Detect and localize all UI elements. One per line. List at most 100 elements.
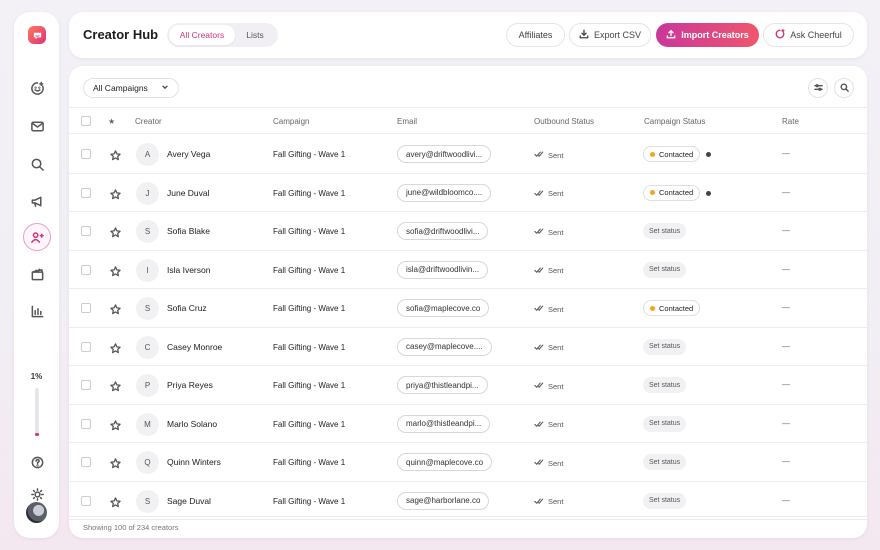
affiliates-button[interactable]: Affiliates — [506, 23, 565, 47]
filter-settings-button[interactable] — [808, 78, 828, 98]
megaphone-icon[interactable] — [23, 187, 51, 215]
star-icon[interactable] — [110, 302, 121, 315]
row-checkbox[interactable] — [81, 149, 91, 159]
campaign-status-label: Set status — [649, 458, 681, 466]
campaign-name: Fall Gifting - Wave 1 — [273, 458, 346, 467]
outbound-status: Sent — [534, 458, 563, 468]
star-icon[interactable] — [110, 187, 121, 199]
email-column-header[interactable]: Email — [397, 117, 417, 126]
creator-column-header[interactable]: Creator — [135, 117, 162, 126]
campaign-status-label: Set status — [649, 343, 681, 350]
table-row[interactable]: J June Duval Fall Gifting - Wave 1 june@wil… — [69, 174, 867, 212]
creator-name[interactable]: June Duval — [167, 188, 210, 198]
campaign-status-column-header[interactable]: Campaign Status — [644, 117, 705, 126]
tab-all-creators[interactable]: All Creators — [169, 25, 235, 45]
table-row[interactable]: S Sofia Cruz Fall Gifting - Wave 1 sofia@ma… — [69, 289, 867, 328]
table-row[interactable]: A Avery Vega Fall Gifting - Wave 1 avery@dr… — [69, 135, 867, 174]
table-row[interactable]: Q Quinn Winters Fall Gifting - Wave 1 quinn… — [69, 443, 867, 482]
table-row[interactable]: S Sofia Blake Fall Gifting - Wave 1 sofia@d… — [69, 212, 867, 251]
page-title: Creator Hub — [83, 27, 159, 42]
star-icon[interactable] — [110, 225, 121, 238]
set-status-button[interactable]: Set status — [643, 261, 687, 278]
sidebar: 1% — [14, 12, 59, 538]
select-all-checkbox[interactable] — [81, 116, 91, 126]
set-status-button[interactable]: Set status — [643, 454, 687, 470]
tab-lists[interactable]: Lists — [235, 25, 275, 45]
campaign-filter-dropdown[interactable]: All Campaigns — [83, 78, 179, 98]
table-row[interactable]: M Marlo Solano Fall Gifting - Wave 1 marlo@… — [69, 405, 867, 443]
creator-name[interactable]: Avery Vega — [167, 149, 210, 159]
set-status-button[interactable]: Set status — [643, 377, 687, 393]
creator-name[interactable]: Sofia Cruz — [167, 303, 207, 313]
email-chip[interactable]: avery@driftwoodlivi... — [397, 145, 492, 163]
rate-column-header[interactable]: Rate — [782, 117, 799, 126]
table-row[interactable]: I Isla Iverson Fall Gifting - Wave 1 isla@d… — [69, 251, 867, 289]
set-status-button[interactable]: Set status — [643, 415, 687, 432]
creator-name[interactable]: Sofia Blake — [167, 226, 210, 236]
mail-icon[interactable] — [23, 112, 51, 140]
bar-chart-icon[interactable] — [23, 297, 51, 325]
double-check-icon — [534, 343, 544, 353]
row-checkbox[interactable] — [81, 187, 91, 198]
set-status-button[interactable]: Set status — [643, 223, 687, 239]
status-dot — [650, 151, 655, 157]
row-checkbox[interactable] — [81, 457, 91, 467]
clapperboard-icon[interactable] — [23, 260, 51, 288]
creator-name[interactable]: Priya Reyes — [167, 380, 213, 390]
table-row[interactable]: P Priya Reyes Fall Gifting - Wave 1 priya@t… — [69, 366, 867, 405]
row-checkbox[interactable] — [81, 418, 91, 429]
email-chip[interactable]: june@wildbloomco.... — [397, 183, 492, 202]
row-checkbox[interactable] — [81, 264, 91, 275]
table-row[interactable]: C Casey Monroe Fall Gifting - Wave 1 casey@… — [69, 328, 867, 366]
outbound-status-column-header[interactable]: Outbound Status — [534, 117, 594, 126]
email-chip[interactable]: sofia@driftwoodlivi... — [397, 222, 489, 240]
campaign-status-label: Set status — [649, 266, 681, 273]
set-status-button[interactable]: Set status — [643, 492, 687, 509]
import-creators-button[interactable]: Import Creators — [656, 23, 759, 47]
app-logo[interactable] — [28, 26, 46, 44]
creator-name[interactable]: Isla Iverson — [167, 265, 210, 275]
help-icon[interactable] — [23, 448, 51, 476]
email-chip[interactable]: casey@maplecove.... — [397, 337, 492, 356]
email-chip[interactable]: sage@harborlane.co — [397, 491, 490, 510]
campaign-status-badge[interactable]: Contacted — [643, 300, 701, 316]
email-chip[interactable]: isla@driftwoodlivin... — [397, 260, 489, 279]
users-icon[interactable] — [23, 223, 51, 251]
star-icon[interactable] — [110, 148, 121, 161]
email-chip[interactable]: marlo@thistleandpi... — [397, 414, 491, 433]
campaign-status-label: Contacted — [659, 188, 694, 197]
star-icon[interactable] — [110, 456, 121, 469]
creator-name[interactable]: Quinn Winters — [167, 457, 221, 467]
usage-meter-fill — [35, 433, 39, 436]
campaign-status-badge[interactable]: Contacted — [643, 146, 701, 162]
star-icon[interactable] — [110, 341, 121, 353]
email-chip[interactable]: sofia@maplecove.co — [397, 299, 490, 317]
smile-chat-icon[interactable] — [23, 74, 51, 102]
star-icon[interactable] — [110, 379, 121, 392]
set-status-button[interactable]: Set status — [643, 338, 687, 355]
row-checkbox[interactable] — [81, 226, 91, 236]
ask-cheerful-button[interactable]: Ask Cheerful — [763, 23, 854, 47]
campaign-column-header[interactable]: Campaign — [273, 117, 309, 126]
creator-name[interactable]: Marlo Solano — [167, 419, 217, 429]
creator-name[interactable]: Casey Monroe — [167, 342, 222, 352]
creator-name[interactable]: Sage Duval — [167, 496, 211, 506]
row-checkbox[interactable] — [81, 495, 91, 506]
star-icon[interactable] — [110, 264, 121, 276]
campaign-status-label: Contacted — [659, 149, 694, 159]
email-chip[interactable]: priya@thistleandpi... — [397, 376, 488, 394]
search-icon[interactable] — [23, 150, 51, 178]
user-avatar[interactable] — [26, 502, 47, 523]
table-row[interactable]: S Sage Duval Fall Gifting - Wave 1 sage@har… — [69, 482, 867, 520]
row-checkbox[interactable] — [81, 303, 91, 313]
star-icon[interactable] — [110, 418, 121, 430]
row-checkbox[interactable] — [81, 341, 91, 352]
search-button[interactable] — [834, 78, 854, 98]
export-csv-button[interactable]: Export CSV — [569, 23, 651, 47]
outbound-status-label: Sent — [548, 304, 564, 314]
email-chip[interactable]: quinn@maplecove.co — [397, 453, 493, 471]
star-icon[interactable] — [110, 495, 121, 507]
campaign-status-badge[interactable]: Contacted — [643, 184, 701, 201]
double-check-icon — [534, 189, 544, 199]
row-checkbox[interactable] — [81, 380, 91, 390]
